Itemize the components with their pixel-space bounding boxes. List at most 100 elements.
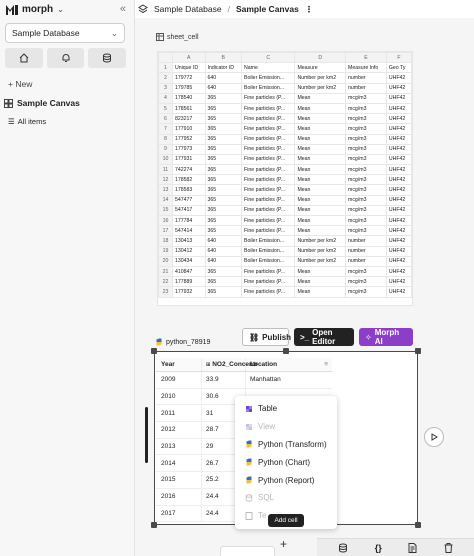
sheet-cell-value[interactable]: Fine particles (P... xyxy=(241,92,296,104)
sheet-cell-value[interactable]: mcg/m3 xyxy=(345,276,387,288)
sheet-cell-value[interactable]: UHF42 xyxy=(385,276,412,288)
publish-button[interactable]: ⛓ Publish xyxy=(242,328,291,346)
sheet-cell-value[interactable]: 365 xyxy=(204,204,243,217)
breadcrumb-canvas[interactable]: Sample Canvas xyxy=(236,4,299,14)
column-letter[interactable]: D xyxy=(294,52,347,64)
sheet-cell-value[interactable]: 365 xyxy=(204,276,243,288)
sheet-cell-value[interactable]: number xyxy=(345,72,387,84)
table-cell[interactable]: 2010 xyxy=(156,388,202,405)
table-cell[interactable]: 2009 xyxy=(156,372,202,388)
sheet-cell-value[interactable]: Mean xyxy=(294,204,347,217)
sheet-cell-value[interactable]: mcg/m3 xyxy=(345,265,387,278)
sheet-header-cell[interactable]: Geo Ty xyxy=(385,62,412,74)
sheet-cell-value[interactable]: Fine particles (P... xyxy=(241,265,296,278)
sheet-cell-value[interactable]: 640 xyxy=(204,255,243,267)
sheet-cell-value[interactable]: UHF42 xyxy=(385,143,412,155)
sheet-cell-value[interactable]: Fine particles (P... xyxy=(241,214,296,227)
sheet-cell-value[interactable]: Fine particles (P... xyxy=(241,194,296,206)
sheet-cell-value[interactable]: Mean xyxy=(294,164,347,176)
sheet-cell-value[interactable]: Fine particles (P... xyxy=(241,276,296,288)
sheet-cell-value[interactable]: 365 xyxy=(204,164,243,176)
sheet-cell-value[interactable]: 640 xyxy=(204,82,243,94)
sheet-cell-value[interactable]: 823217 xyxy=(172,113,206,125)
sheet-cell-value[interactable]: 640 xyxy=(204,235,243,247)
notifications-button[interactable] xyxy=(46,48,85,68)
sheet-cell-value[interactable]: Fine particles (P... xyxy=(241,113,296,125)
table-cell[interactable]: 2017 xyxy=(156,505,202,522)
sheet-cell-value[interactable]: 365 xyxy=(204,184,243,196)
sheet-header-cell[interactable]: Measure Info xyxy=(345,62,387,74)
sheet-cell-value[interactable]: mcg/m3 xyxy=(345,225,387,237)
sheet-cell-value[interactable]: 547414 xyxy=(172,225,206,237)
sheet-cell-value[interactable]: UHF42 xyxy=(385,255,412,267)
sheet-cell-value[interactable]: Fine particles (P... xyxy=(241,153,296,166)
sheet-cell-value[interactable]: Number per km2 xyxy=(294,82,347,94)
sheet-cell-value[interactable]: 177910 xyxy=(172,123,206,135)
sheet-cell-value[interactable]: 177931 xyxy=(172,153,206,166)
column-letter[interactable]: F xyxy=(385,52,412,64)
sheet-cell-value[interactable]: UHF42 xyxy=(385,113,412,125)
database-select[interactable]: Sample Database ⌄ xyxy=(5,23,125,43)
sheet-cell-value[interactable]: number xyxy=(345,245,387,257)
sheet-cell-value[interactable]: 640 xyxy=(204,72,243,84)
drag-handle[interactable] xyxy=(145,407,148,463)
sheet-cell-value[interactable]: UHF42 xyxy=(385,245,412,257)
sheet-cell-value[interactable]: 177784 xyxy=(172,214,206,227)
sheet-cell-value[interactable]: UHF42 xyxy=(385,72,412,84)
sheet-cell-value[interactable]: Mean xyxy=(294,174,347,186)
document-icon[interactable] xyxy=(408,542,417,553)
table-cell[interactable]: 2012 xyxy=(156,422,202,438)
more-options-icon[interactable]: ⋮ xyxy=(305,4,314,15)
run-button[interactable] xyxy=(424,427,444,447)
table-cell[interactable]: 2011 xyxy=(156,405,202,422)
sheet-cell-value[interactable]: Boiler Emission... xyxy=(241,255,296,267)
sheet-header-cell[interactable]: Measure xyxy=(294,62,347,74)
sheet-cell-value[interactable]: mcg/m3 xyxy=(345,164,387,176)
sheet-cell-value[interactable]: Mean xyxy=(294,102,347,115)
sheet-cell-value[interactable]: Fine particles (P... xyxy=(241,204,296,217)
menu-icon[interactable]: ≡ xyxy=(324,361,328,368)
sheet-cell-value[interactable]: UHF42 xyxy=(385,102,412,115)
sheet-cell-value[interactable]: 130434 xyxy=(172,255,206,267)
sheet-cell-value[interactable]: Fine particles (P... xyxy=(241,102,296,115)
sheet-cell-value[interactable]: 365 xyxy=(204,102,243,115)
sheet-cell-value[interactable]: 365 xyxy=(204,194,243,206)
sheet-cell-value[interactable]: UHF42 xyxy=(385,164,412,176)
table-cell[interactable]: 2014 xyxy=(156,455,202,472)
table-cell[interactable]: 2016 xyxy=(156,488,202,505)
sheet-cell-value[interactable]: 177889 xyxy=(172,276,206,288)
sheet-cell-value[interactable]: UHF42 xyxy=(385,82,412,94)
sheet-cell-value[interactable]: 742274 xyxy=(172,164,206,176)
sheet-cell-value[interactable]: Boiler Emission... xyxy=(241,235,296,247)
sheet-cell-value[interactable]: 640 xyxy=(204,245,243,257)
sheet-cell-value[interactable]: UHF42 xyxy=(385,184,412,196)
sheet-header-cell[interactable]: Indicator ID xyxy=(204,62,243,74)
resize-handle-top-mid[interactable] xyxy=(283,348,289,354)
column-letter[interactable]: E xyxy=(345,52,387,64)
sidebar-item-sample-canvas[interactable]: Sample Canvas xyxy=(4,98,80,108)
sheet-cell-value[interactable]: 365 xyxy=(204,123,243,135)
open-editor-button[interactable]: >_ Open Editor xyxy=(294,328,354,346)
sheet-cell-value[interactable]: mcg/m3 xyxy=(345,184,387,196)
sheet-cell-value[interactable]: 130413 xyxy=(172,235,206,247)
sheet-cell-value[interactable]: Number per km2 xyxy=(294,72,347,84)
sheet-cell-value[interactable]: Mean xyxy=(294,214,347,227)
sheet-cell-value[interactable]: 365 xyxy=(204,133,243,145)
new-button[interactable]: + New xyxy=(8,79,32,89)
sheet-cell-value[interactable]: Fine particles (P... xyxy=(241,143,296,155)
sheet-cell-value[interactable]: 365 xyxy=(204,265,243,278)
sheet-cell-value[interactable]: mcg/m3 xyxy=(345,133,387,145)
sheet-cell-value[interactable]: 365 xyxy=(204,286,243,298)
menu-item-table[interactable]: Table xyxy=(235,400,337,418)
sheet-cell-value[interactable]: 365 xyxy=(204,214,243,227)
sheet-cell-value[interactable]: UHF42 xyxy=(385,204,412,217)
column-letter[interactable]: B xyxy=(204,52,243,64)
sheet-cell-value[interactable]: 365 xyxy=(204,153,243,166)
menu-item-python-chart[interactable]: Python (Chart) xyxy=(235,453,337,471)
sheet-cell-value[interactable]: Mean xyxy=(294,92,347,104)
collapse-sidebar-icon[interactable]: « xyxy=(120,3,126,15)
sheet-cell-value[interactable]: 410847 xyxy=(172,265,206,278)
sheet-cell-value[interactable]: Fine particles (P... xyxy=(241,184,296,196)
breadcrumb-database[interactable]: Sample Database xyxy=(154,4,222,14)
sheet-cell-value[interactable]: Mean xyxy=(294,133,347,145)
